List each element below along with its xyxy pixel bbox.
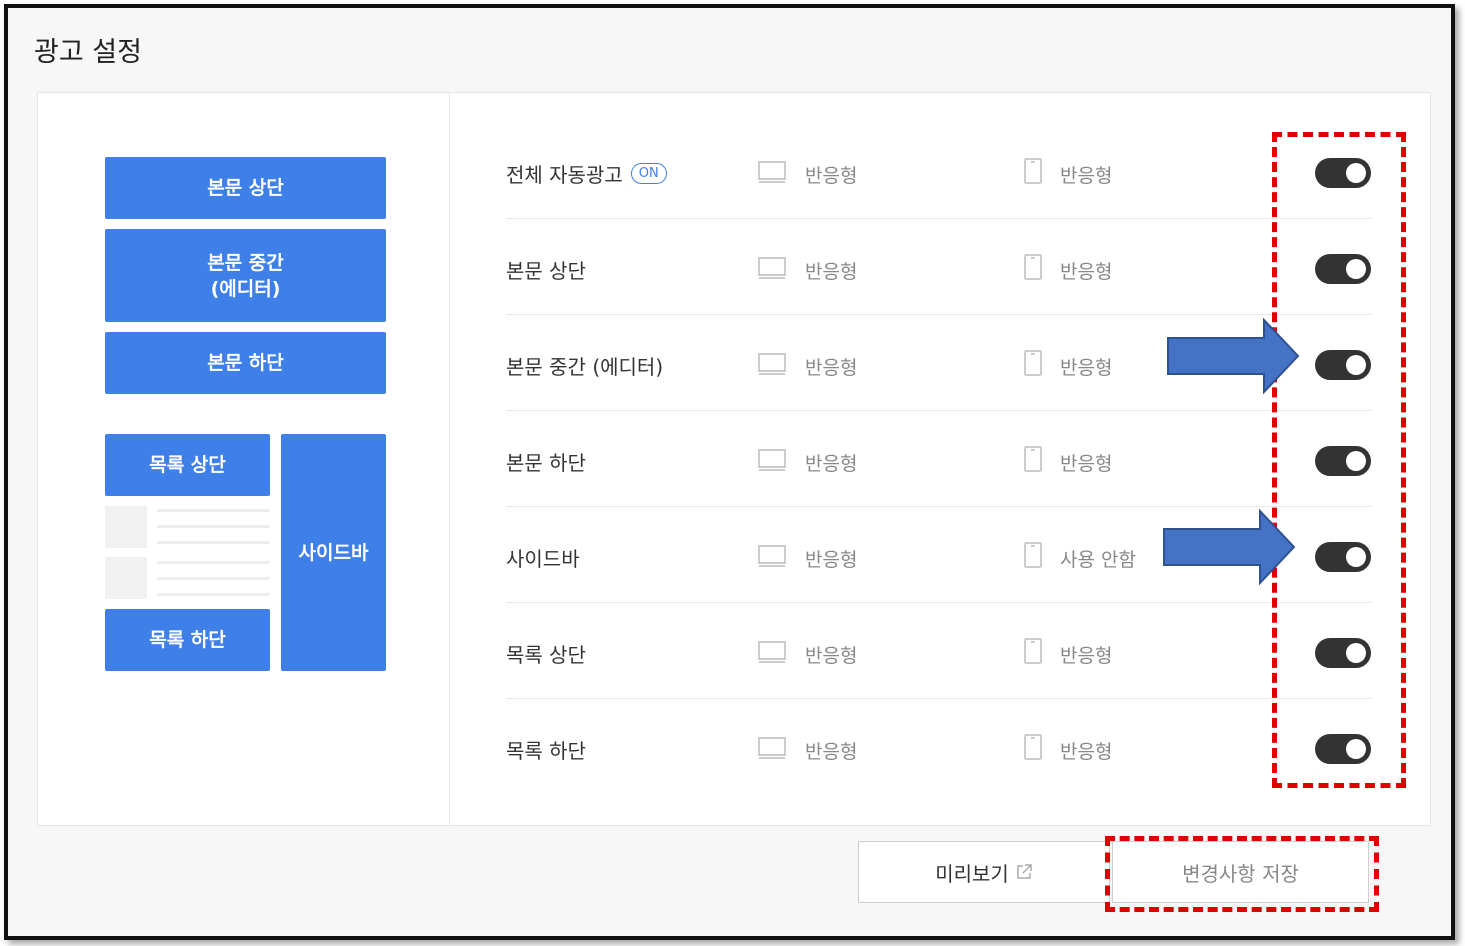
preview-body-middle-label: 본문 중간 bbox=[207, 251, 284, 274]
panel-divider bbox=[449, 93, 450, 826]
preview-body-middle-sublabel: (에디터) bbox=[210, 277, 281, 300]
preview-sidebar: 사이드바 bbox=[281, 434, 386, 671]
ad-settings-panel: 본문 상단 본문 중간 (에디터) 본문 하단 목록 상단 사이드바 목록 하단 bbox=[37, 92, 1431, 827]
row-label: 목록 하단 bbox=[506, 739, 586, 763]
annotation-arrow-icon bbox=[1167, 318, 1300, 394]
ad-row-list-top: 목록 상단 반응형 반응형 bbox=[506, 603, 1372, 699]
mobile-ad-type[interactable]: 반응형 bbox=[1060, 161, 1112, 188]
preview-list-top-label: 목록 상단 bbox=[149, 454, 226, 476]
pc-monitor-icon bbox=[758, 353, 786, 375]
mobile-ad-type[interactable]: 반응형 bbox=[1060, 737, 1112, 764]
on-badge: ON bbox=[630, 163, 667, 184]
pc-ad-type[interactable]: 반응형 bbox=[805, 449, 857, 476]
list-line-placeholder bbox=[157, 525, 270, 528]
pc-ad-type[interactable]: 반응형 bbox=[805, 641, 857, 668]
window-frame: 광고 설정 본문 상단 본문 중간 (에디터) 본문 하단 목록 상단 사이드바… bbox=[4, 4, 1455, 940]
preview-list-bottom-label: 목록 하단 bbox=[149, 629, 226, 651]
list-line-placeholder bbox=[157, 561, 270, 564]
page-title: 광고 설정 bbox=[34, 37, 142, 68]
mobile-phone-icon bbox=[1024, 734, 1042, 760]
pc-monitor-icon bbox=[758, 737, 786, 759]
pc-monitor-icon bbox=[758, 449, 786, 471]
mobile-ad-type[interactable]: 반응형 bbox=[1060, 641, 1112, 668]
ad-row-body-bottom: 본문 하단 반응형 반응형 bbox=[506, 411, 1372, 507]
preview-body-top-label: 본문 상단 bbox=[207, 177, 284, 199]
preview-body-top: 본문 상단 bbox=[105, 157, 386, 219]
ad-row-auto: 전체 자동광고 ON 반응형 반응형 bbox=[506, 123, 1372, 219]
list-line-placeholder bbox=[157, 593, 270, 596]
row-label: 목록 상단 bbox=[506, 643, 586, 667]
list-line-placeholder bbox=[157, 541, 270, 544]
preview-body-bottom: 본문 하단 bbox=[105, 332, 386, 394]
pc-ad-type[interactable]: 반응형 bbox=[805, 257, 857, 284]
list-line-placeholder bbox=[157, 577, 270, 580]
annotation-arrow-icon bbox=[1163, 509, 1296, 585]
row-label: 본문 하단 bbox=[506, 451, 586, 475]
mobile-phone-icon bbox=[1024, 542, 1042, 568]
ad-row-list-bottom: 목록 하단 반응형 반응형 bbox=[506, 699, 1372, 794]
preview-sidebar-label: 사이드바 bbox=[298, 541, 369, 564]
pc-monitor-icon bbox=[758, 257, 786, 279]
mobile-phone-icon bbox=[1024, 158, 1042, 184]
mobile-ad-type[interactable]: 사용 안함 bbox=[1060, 545, 1136, 572]
mobile-ad-type[interactable]: 반응형 bbox=[1060, 257, 1112, 284]
pc-ad-type[interactable]: 반응형 bbox=[805, 353, 857, 380]
list-line-placeholder bbox=[157, 509, 270, 512]
row-label: 전체 자동광고 bbox=[506, 163, 623, 187]
preview-body-middle: 본문 중간 (에디터) bbox=[105, 229, 386, 322]
ad-row-body-top: 본문 상단 반응형 반응형 bbox=[506, 219, 1372, 315]
pc-ad-type[interactable]: 반응형 bbox=[805, 161, 857, 188]
preview-list-top: 목록 상단 bbox=[105, 434, 270, 496]
row-label: 사이드바 bbox=[506, 547, 580, 571]
row-label: 본문 상단 bbox=[506, 259, 586, 283]
mobile-phone-icon bbox=[1024, 638, 1042, 664]
preview-button-label: 미리보기 bbox=[935, 861, 1009, 886]
mobile-phone-icon bbox=[1024, 446, 1042, 472]
list-thumbnail-placeholder bbox=[105, 506, 147, 548]
pc-monitor-icon bbox=[758, 641, 786, 663]
mobile-phone-icon bbox=[1024, 350, 1042, 376]
external-link-icon bbox=[1017, 864, 1032, 879]
annotation-save-highlight bbox=[1105, 836, 1379, 912]
preview-list-bottom: 목록 하단 bbox=[105, 609, 270, 671]
list-thumbnail-placeholder bbox=[105, 557, 147, 599]
mobile-ad-type[interactable]: 반응형 bbox=[1060, 353, 1112, 380]
preview-button[interactable]: 미리보기 bbox=[858, 841, 1110, 903]
preview-body-bottom-label: 본문 하단 bbox=[207, 352, 284, 374]
pc-ad-type[interactable]: 반응형 bbox=[805, 737, 857, 764]
mobile-ad-type[interactable]: 반응형 bbox=[1060, 449, 1112, 476]
annotation-toggle-highlight bbox=[1272, 132, 1406, 788]
pc-ad-type[interactable]: 반응형 bbox=[805, 545, 857, 572]
mobile-phone-icon bbox=[1024, 254, 1042, 280]
pc-monitor-icon bbox=[758, 545, 786, 567]
pc-monitor-icon bbox=[758, 161, 786, 183]
row-label: 본문 중간 (에디터) bbox=[506, 355, 664, 379]
